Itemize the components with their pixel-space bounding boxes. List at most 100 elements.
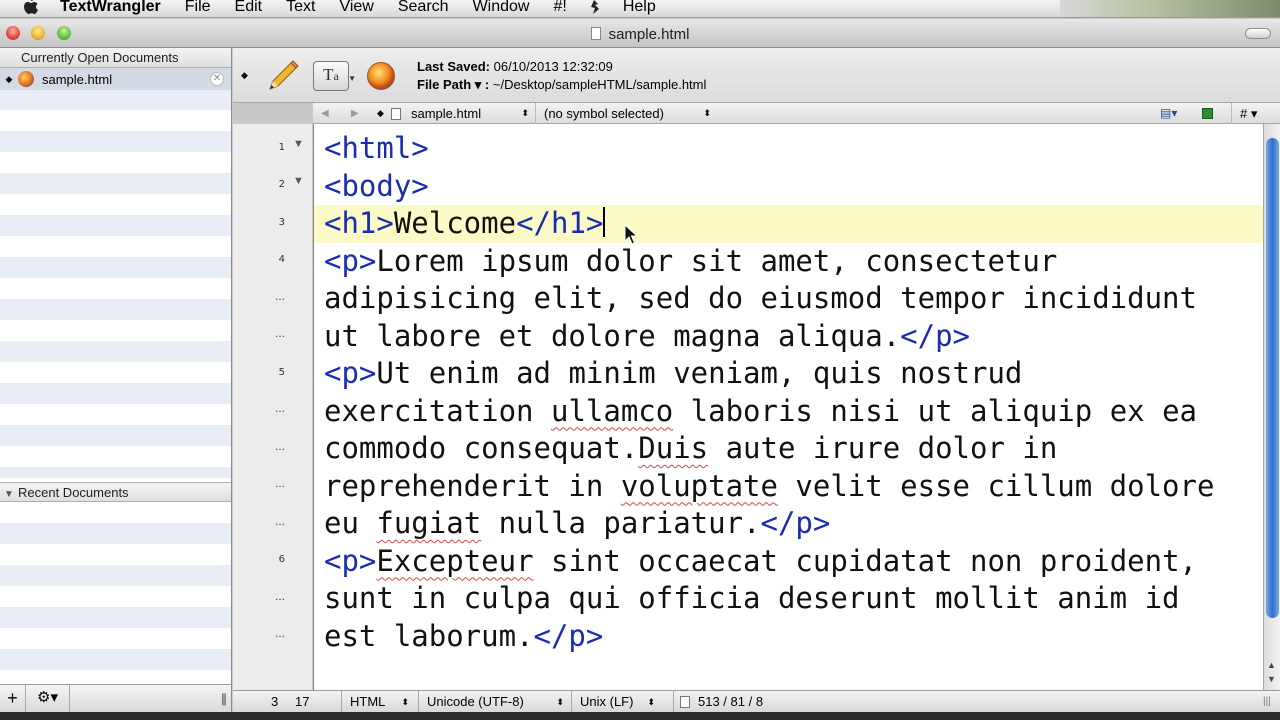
text-token: aute irure dolor in [708, 431, 1058, 465]
line-continuation: … [275, 442, 285, 453]
last-saved-value: 06/10/2013 12:32:09 [493, 59, 613, 74]
line-endings-label: Unix (LF) [580, 694, 634, 709]
vertical-scrollbar[interactable]: ▲ ▼ [1263, 124, 1280, 690]
popup-arrows-icon: ⬍ [703, 108, 711, 118]
back-arrow-icon[interactable]: ◀ [321, 103, 329, 124]
text-cursor [603, 207, 606, 237]
apple-menu-icon[interactable] [20, 0, 42, 15]
counterpart-icon[interactable] [1202, 103, 1220, 124]
code-line[interactable]: <body> [324, 168, 429, 206]
code-line[interactable]: <p>Excepteur sint occaecat cupidatat non… [324, 543, 1197, 581]
file-path-label[interactable]: File Path ▾ : [417, 77, 489, 92]
encoding-label: Unicode (UTF-8) [427, 694, 524, 709]
toolbar-toggle-button[interactable] [1245, 28, 1271, 39]
file-path-info[interactable]: File Path ▾ : ~/Desktop/sampleHTML/sampl… [417, 77, 706, 93]
text-token: adipisicing elit, sed do eiusmod tempor … [324, 281, 1197, 315]
menu-shebang[interactable]: #! [541, 0, 578, 16]
line-number-gutter: 1 ▼ 2 ▼ 3 4 … … 5 … … … … 6 … … [233, 124, 313, 690]
text-token: exercitation [324, 393, 551, 428]
text-options-button[interactable]: Ta ▼ [313, 61, 356, 91]
code-line[interactable]: ut labore et dolore magna aliqua.</p> [324, 318, 970, 356]
language-popup[interactable]: HTML ⬍ [341, 691, 413, 713]
text-token: Ut enim ad minim veniam, quis nostrud [376, 356, 1023, 390]
dropdown-arrow-icon: ▼ [348, 74, 356, 83]
code-line[interactable]: <html> [324, 130, 429, 168]
fold-triangle-icon[interactable]: ▼ [293, 138, 304, 150]
text-token: laboris nisi ut aliquip ex ea [673, 393, 1197, 428]
preview-in-browser-button[interactable] [367, 62, 395, 90]
open-documents-header: Currently Open Documents [0, 48, 231, 68]
resize-grip-icon[interactable]: ||| [221, 691, 227, 706]
document-diamond-icon: ◆ [377, 108, 384, 118]
code-line[interactable]: sunt in culpa qui officia deserunt molli… [324, 580, 1180, 618]
menu-view[interactable]: View [327, 0, 385, 16]
recent-documents-list [0, 502, 231, 684]
text-token: velit esse cillum dolore [777, 468, 1215, 503]
recent-documents-header[interactable]: ▼ Recent Documents [0, 482, 231, 502]
text-token: eu [324, 506, 377, 540]
menu-file[interactable]: File [173, 0, 223, 16]
misspelled-word: voluptate [620, 468, 778, 503]
symbol-popup-label: (no symbol selected) [544, 106, 664, 121]
menu-text[interactable]: Text [274, 0, 327, 16]
line-number: 2 [278, 179, 285, 190]
menu-window[interactable]: Window [461, 0, 542, 16]
code-line[interactable]: <p>Lorem ipsum dolor sit amet, consectet… [324, 243, 1057, 281]
file-popup-label: sample.html [411, 106, 482, 121]
cursor-column-number[interactable]: 17 [295, 691, 309, 713]
code-line[interactable]: adipisicing elit, sed do eiusmod tempor … [324, 280, 1197, 318]
add-document-button[interactable]: + [0, 684, 26, 713]
gear-menu-button[interactable]: ⚙▾ [26, 684, 70, 713]
fold-triangle-icon[interactable]: ▼ [293, 175, 304, 187]
cursor-line-number[interactable]: 3 [271, 691, 278, 713]
bookmark-menu-icon[interactable]: ▤▾ [1160, 103, 1190, 124]
text-options-sub-label: a [333, 69, 339, 83]
line-endings-popup[interactable]: Unix (LF) ⬍ [571, 691, 659, 713]
open-document-item[interactable]: ◆ sample.html ✕ [0, 68, 231, 90]
text-editor[interactable]: <html> <body> <h1>Welcome</h1> <p>Lorem ips… [313, 124, 1263, 690]
menu-edit[interactable]: Edit [223, 0, 275, 16]
open-document-label: sample.html [42, 71, 113, 87]
page-icon [391, 108, 401, 120]
scrollbar-thumb[interactable] [1266, 138, 1279, 618]
code-line[interactable]: <h1>Welcome</h1> [324, 205, 606, 243]
encoding-popup[interactable]: Unicode (UTF-8) ⬍ [418, 691, 568, 713]
misspelled-word: ullamco [550, 393, 674, 428]
text-token: ut labore et dolore magna aliqua. [324, 318, 901, 353]
line-continuation: … [275, 629, 285, 640]
popup-arrows-icon: ⬍ [401, 697, 409, 707]
code-line[interactable]: est laborum.</p> [324, 618, 603, 656]
resize-grip-icon[interactable]: ||| [1263, 691, 1271, 713]
html-tag-token: <p> [324, 356, 377, 390]
misspelled-word: Duis [638, 431, 709, 465]
line-continuation: … [275, 329, 285, 340]
menu-help[interactable]: Help [611, 0, 668, 16]
misspelled-word: fugiat [376, 506, 482, 540]
file-path-value: ~/Desktop/sampleHTML/sample.html [492, 77, 707, 92]
window-title-text: sample.html [608, 26, 690, 43]
text-token: est laborum. [324, 618, 534, 653]
code-line[interactable]: exercitation ullamco laboris nisi ut ali… [324, 393, 1197, 431]
text-token: nulla pariatur. [481, 506, 761, 540]
line-number: 3 [278, 217, 285, 228]
forward-arrow-icon[interactable]: ▶ [351, 103, 359, 124]
code-line[interactable]: <p>Ut enim ad minim veniam, quis nostrud [324, 355, 1022, 393]
close-document-icon[interactable]: ✕ [210, 72, 224, 86]
text-token: reprehenderit in [324, 468, 621, 503]
popup-arrows-icon: ⬍ [521, 108, 529, 118]
code-line[interactable]: reprehenderit in voluptate velit esse ci… [324, 468, 1214, 506]
code-line[interactable]: commodo consequat.Duis aute irure dolor … [324, 430, 1057, 468]
symbol-popup-menu[interactable]: (no symbol selected) ⬍ [535, 103, 715, 124]
documents-drawer: Currently Open Documents ◆ sample.html ✕… [0, 48, 232, 713]
pencil-icon[interactable] [266, 59, 300, 93]
menu-app-name[interactable]: TextWrangler [42, 0, 173, 16]
scroll-arrows-icon[interactable]: ▲ ▼ [1267, 658, 1276, 686]
file-popup-menu[interactable]: sample.html ⬍ [391, 103, 533, 124]
code-line[interactable]: eu fugiat nulla pariatur.</p> [324, 505, 830, 543]
line-number: 1 [278, 142, 285, 153]
language-label: HTML [350, 694, 386, 709]
scripts-menu-icon[interactable] [585, 0, 605, 15]
function-menu-button[interactable]: # ▾ [1231, 103, 1271, 124]
menu-search[interactable]: Search [386, 0, 461, 16]
desktop-background [1060, 0, 1280, 17]
